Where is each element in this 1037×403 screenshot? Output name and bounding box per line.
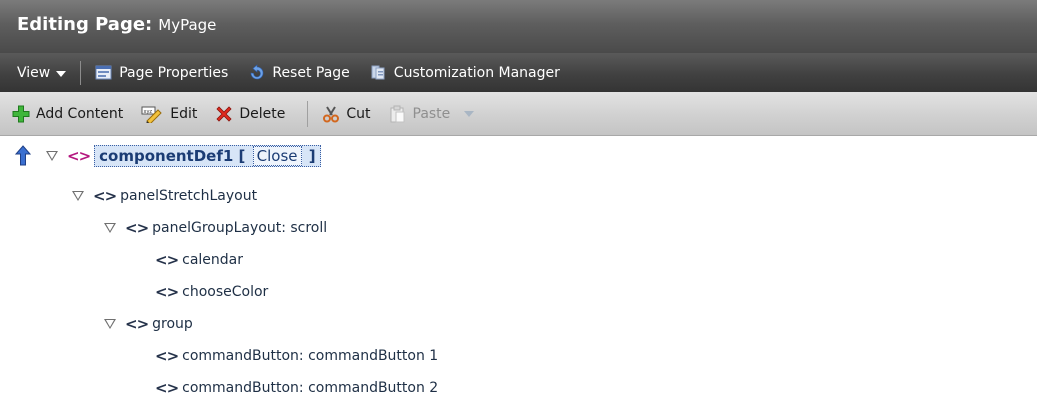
tree-node[interactable]: <> panelStretchLayout [72,181,257,211]
edit-button[interactable]: xyz Edit [141,105,198,125]
svg-text:xyz: xyz [144,109,153,115]
reset-page-label: Reset Page [272,64,350,81]
component-tag-icon: <> [67,147,91,165]
paste-button[interactable]: Paste [389,105,475,123]
cut-label: Cut [346,105,371,122]
component-tag-icon: <> [155,379,179,397]
scissors-icon [322,105,340,123]
expand-toggle-icon[interactable] [46,151,58,161]
edit-toolbar: Add Content xyz Edit Delete Cut Paste [0,92,1037,136]
component-tag-icon: <> [155,347,179,365]
undo-arrow-icon [248,64,265,81]
component-tag-icon: <> [155,251,179,269]
clipboard-icon [389,105,406,123]
tree-node[interactable]: <> group [104,309,193,339]
tree-node-label: componentDef1 [99,147,234,165]
delete-label: Delete [239,105,286,122]
customization-manager-button[interactable]: Customization Manager [370,64,560,81]
tree-node-label: chooseColor [182,284,269,300]
component-tag-icon: <> [125,315,149,333]
tree-node-label: group [152,316,193,332]
view-menu-label: View [17,64,51,81]
tree-node[interactable]: <> panelGroupLayout: scroll [104,213,327,243]
editing-page-header: Editing Page: MyPage [0,0,1037,53]
bracket: ] [308,147,316,165]
add-content-button[interactable]: Add Content [12,105,124,123]
selected-tree-node[interactable]: componentDef1 [ Close ] [94,145,321,167]
delete-x-icon [215,105,232,122]
expand-toggle-icon[interactable] [72,191,84,201]
delete-button[interactable]: Delete [215,105,285,122]
reset-page-button[interactable]: Reset Page [248,64,350,81]
component-tag-icon: <> [93,187,117,205]
cut-button[interactable]: Cut [322,105,371,123]
page-title-label: Editing Page: [17,14,153,35]
bracket: [ [238,147,246,165]
tree-node-label: panelGroupLayout: scroll [152,220,328,236]
edit-label: Edit [170,105,198,122]
tree-node[interactable]: <> commandButton: commandButton 2 [155,373,438,403]
tree-node-label: calendar [182,252,244,268]
chevron-down-icon [56,70,67,77]
toolbar-divider [307,100,309,127]
page-properties-label: Page Properties [119,64,229,81]
customization-manager-icon [370,64,387,81]
chevron-down-icon[interactable] [464,110,475,117]
tree-node[interactable]: <> commandButton: commandButton 1 [155,341,438,371]
page-editor: Editing Page: MyPage View Page Properties… [0,0,1037,397]
tree-node-label: commandButton: commandButton 1 [182,348,439,364]
component-tag-icon: <> [155,283,179,301]
page-properties-button[interactable]: Page Properties [95,64,228,81]
edit-pencil-icon: xyz [141,105,163,125]
tree-node-label: panelStretchLayout [120,188,258,204]
close-button[interactable]: Close [252,146,302,166]
tree-node[interactable]: <> calendar [155,245,243,275]
toolbar-divider [80,60,82,85]
plus-icon [12,105,30,123]
expand-toggle-icon[interactable] [104,319,116,329]
expand-toggle-icon[interactable] [104,223,116,233]
customization-toolbar: View Page Properties Reset Page Customiz… [0,53,1037,92]
tree-root-row: <> componentDef1 [ Close ] [14,141,321,171]
add-content-label: Add Content [36,105,124,122]
move-up-arrow-icon[interactable] [14,145,32,167]
component-tag-icon: <> [125,219,149,237]
customization-manager-label: Customization Manager [393,64,560,81]
view-menu[interactable]: View [17,64,67,81]
page-properties-icon [95,64,112,81]
tree-node[interactable]: <> chooseColor [155,277,268,307]
page-name: MyPage [158,16,217,34]
paste-label: Paste [412,105,451,122]
